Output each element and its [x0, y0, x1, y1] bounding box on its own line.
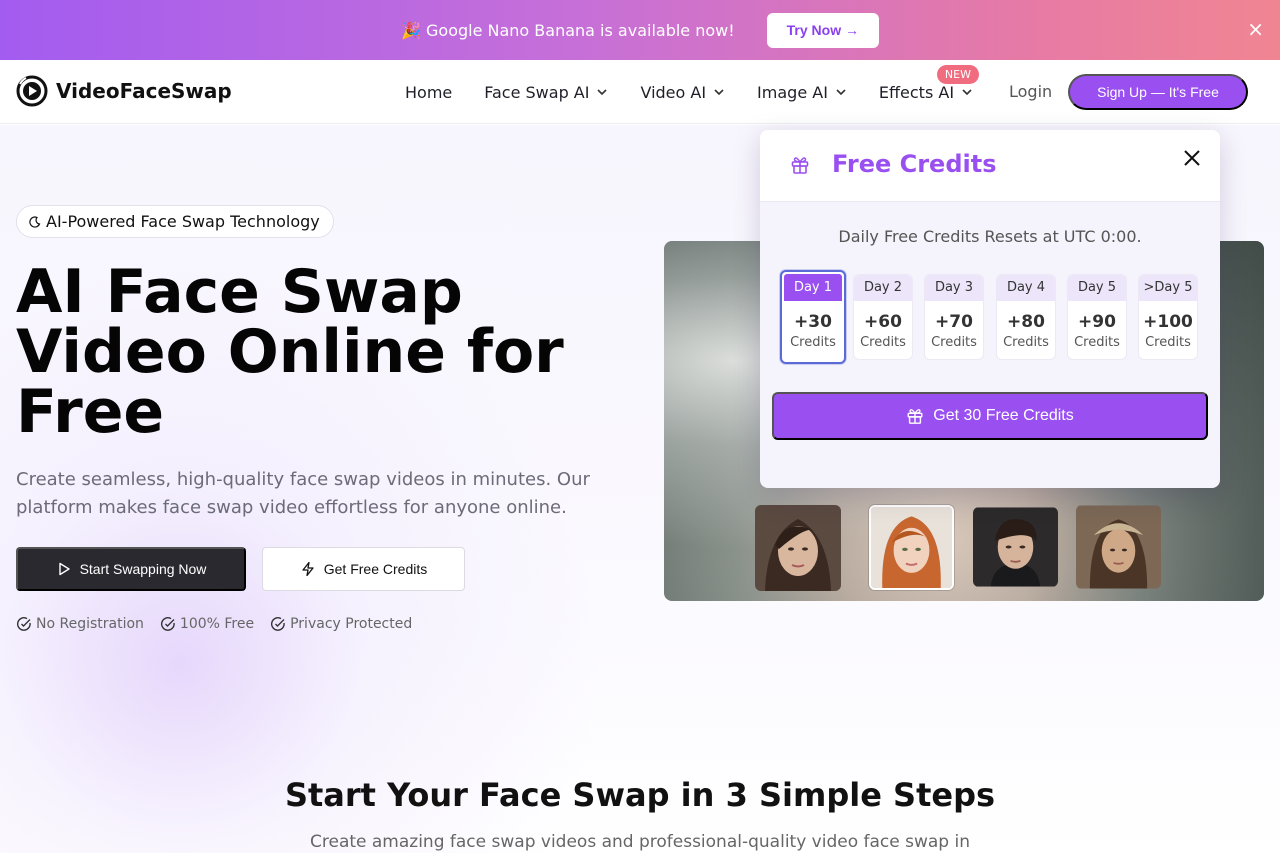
steps-section-description: Create amazing face swap videos and prof… [310, 832, 970, 852]
steps-section-title: Start Your Face Swap in 3 Simple Steps [284, 776, 996, 814]
moon-icon [29, 215, 41, 228]
day-card[interactable]: Day 4 +80 Credits [996, 274, 1056, 360]
face-portrait-image [973, 507, 1058, 587]
chevron-down-icon [714, 89, 724, 96]
nav-video-ai[interactable]: Video AI [640, 83, 725, 102]
close-icon[interactable] [1182, 148, 1202, 168]
try-now-button[interactable]: Try Now → [766, 12, 880, 48]
day-card[interactable]: Day 3 +70 Credits [924, 274, 984, 360]
popup-title: Free Credits [832, 150, 997, 178]
check-circle-icon [271, 617, 285, 631]
hero-title: AI Face Swap Video Online for Free [16, 257, 564, 447]
get-credits-button[interactable]: Get 30 Free Credits [772, 392, 1208, 440]
hero-description: Create seamless, high-quality face swap … [16, 469, 590, 518]
face-portrait-image [1076, 505, 1161, 589]
popup-header: Free Credits [760, 130, 1220, 202]
new-badge: NEW [936, 64, 979, 84]
top-nav: VideoFaceSwap Home Face Swap AI Video AI… [0, 60, 1280, 124]
play-icon [58, 562, 70, 576]
chevron-down-icon [597, 89, 608, 96]
feature-item: 100% Free [160, 616, 254, 632]
day-card[interactable]: Day 2 +60 Credits [853, 274, 913, 360]
check-circle-icon [17, 617, 31, 631]
check-circle-icon [160, 617, 175, 631]
day-card[interactable]: Day 5 +90 Credits [1067, 274, 1127, 360]
announcement-text: 🎉 Google Nano Banana is available now! [400, 20, 735, 40]
feature-list: No Registration 100% Free Privacy Protec… [16, 616, 428, 632]
brand-name: VideoFaceSwap [56, 79, 232, 103]
day-card-selected[interactable]: Day 1 +30 Credits [780, 270, 846, 364]
signup-button[interactable]: Sign Up — It's Free [1068, 74, 1248, 110]
day-card[interactable]: >Day 5 +100 Credits [1138, 274, 1198, 360]
face-portrait-image [871, 507, 952, 588]
get-free-credits-button[interactable]: Get Free Credits [262, 547, 465, 591]
announcement-bar: 🎉 Google Nano Banana is available now! T… [0, 0, 1280, 60]
login-link[interactable]: Login [1009, 82, 1052, 101]
face-portrait-image [755, 505, 841, 591]
gift-icon [907, 409, 923, 424]
chevron-down-icon [962, 89, 972, 96]
close-announcement-icon[interactable]: × [1247, 19, 1264, 39]
chevron-down-icon [836, 89, 846, 96]
face-thumbnail[interactable] [755, 505, 841, 591]
tagline-text: AI-Powered Face Swap Technology [46, 212, 320, 231]
face-thumbnail[interactable] [973, 507, 1058, 587]
nav-face-swap-ai[interactable]: Face Swap AI [484, 83, 608, 102]
free-credits-popup: Free Credits Daily Free Credits Resets a… [760, 130, 1220, 488]
nav-menu: Home Face Swap AI Video AI Image AI Effe… [405, 60, 1005, 124]
tagline-pill: AI-Powered Face Swap Technology [16, 205, 334, 238]
brand-logo[interactable]: VideoFaceSwap [16, 75, 232, 107]
play-logo-icon [16, 75, 48, 107]
daily-credits-list: Day 1 +30 Credits Day 2 +60 Credits Day … [780, 270, 1200, 364]
nav-image-ai[interactable]: Image AI [757, 83, 847, 102]
face-thumbnail-selected[interactable] [869, 505, 954, 590]
gift-icon [791, 157, 809, 174]
feature-item: Privacy Protected [270, 616, 412, 632]
feature-item: No Registration [16, 616, 144, 632]
face-thumbnail[interactable] [1076, 505, 1161, 589]
lightning-icon [302, 561, 314, 577]
popup-subtitle: Daily Free Credits Resets at UTC 0:00. [838, 227, 1142, 246]
nav-effects-ai[interactable]: Effects AI NEW [879, 64, 979, 102]
nav-home[interactable]: Home [405, 83, 452, 102]
start-swapping-button[interactable]: Start Swapping Now [16, 547, 246, 591]
